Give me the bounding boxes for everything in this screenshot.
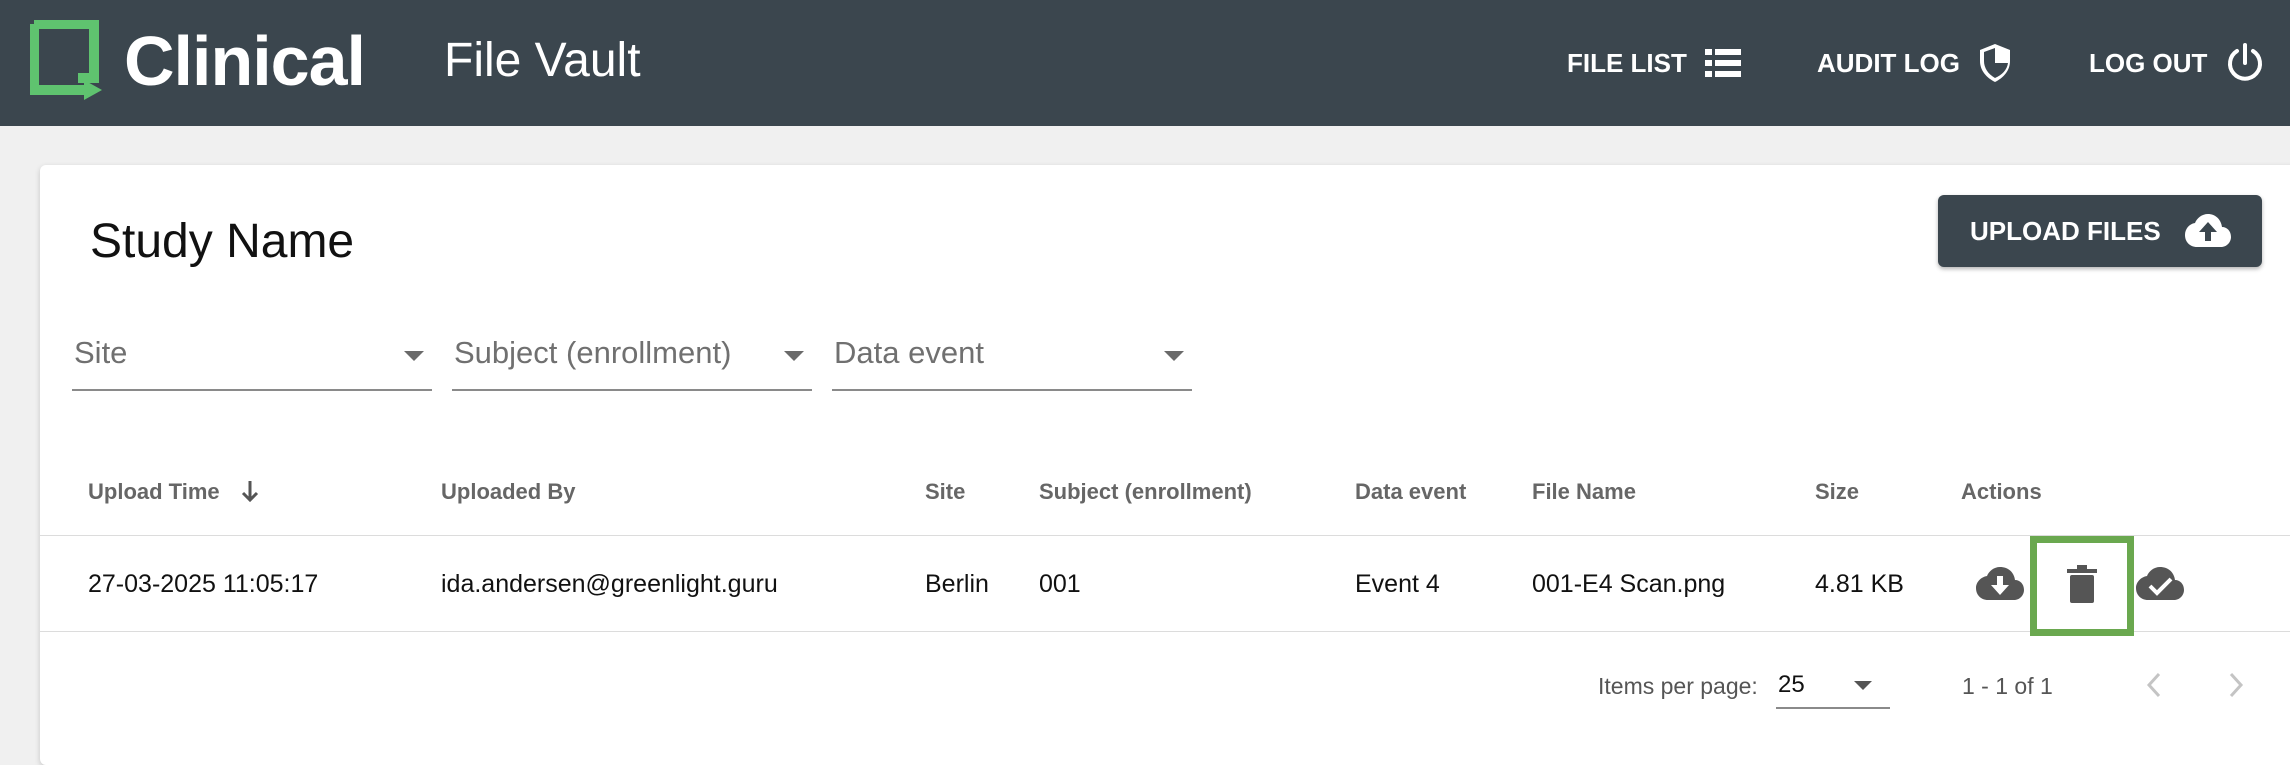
nav-audit-log[interactable]: AUDIT LOG <box>1817 40 2012 86</box>
items-per-page-label: Items per page: <box>1598 673 1758 699</box>
items-per-page-select[interactable]: 25 <box>1776 663 1890 709</box>
clinical-logo: Clinical <box>30 20 366 102</box>
data-event-filter-label: Data event <box>834 335 984 370</box>
column-header-upload-time-label: Upload Time <box>88 479 220 504</box>
nav-file-list-label: FILE LIST <box>1567 47 1687 78</box>
table-row: 27-03-2025 11:05:17 ida.andersen@greenli… <box>40 536 2290 636</box>
cell-uploaded-by: ida.andersen@greenlight.guru <box>441 570 778 598</box>
power-icon <box>2228 43 2263 81</box>
brand-name: Clinical <box>124 22 366 100</box>
column-header-site[interactable]: Site <box>925 448 965 536</box>
nav-audit-log-label: AUDIT LOG <box>1817 47 1960 78</box>
upload-files-label: UPLOAD FILES <box>1970 215 2161 246</box>
cell-data-event: Event 4 <box>1355 570 1440 598</box>
paginator: Items per page: 25 1 - 1 of 1 <box>40 633 2290 745</box>
study-title: Study Name <box>90 215 355 268</box>
items-per-page-value: 25 <box>1778 671 1805 698</box>
column-header-data-event[interactable]: Data event <box>1355 448 1466 536</box>
chevron-left-icon <box>2146 672 2161 698</box>
previous-page-button[interactable] <box>2130 661 2178 709</box>
chevron-down-icon <box>1164 351 1184 361</box>
study-card: Study Name UPLOAD FILES Site Subject (en… <box>40 165 2290 765</box>
cloud-download-icon <box>1976 567 2024 600</box>
top-app-bar: Clinical File Vault FILE LIST AUDIT LOG … <box>0 0 2290 126</box>
column-header-actions: Actions <box>1961 479 2042 504</box>
subject-filter-label: Subject (enrollment) <box>454 335 732 370</box>
column-header-upload-time[interactable]: Upload Time <box>88 448 260 536</box>
shield-icon <box>1980 44 2010 82</box>
delete-highlight-box <box>2030 536 2134 636</box>
nav-file-list[interactable]: FILE LIST <box>1567 40 1741 86</box>
chevron-right-icon <box>2229 672 2244 698</box>
cloud-done-icon <box>2136 567 2184 600</box>
download-file-button[interactable] <box>1972 556 2028 612</box>
list-icon <box>1704 49 1741 77</box>
arrow-down-icon <box>241 481 258 503</box>
column-header-uploaded-by[interactable]: Uploaded By <box>441 448 575 536</box>
table-header-row: Upload Time Uploaded By Site Subject (en… <box>40 448 2290 536</box>
mark-done-button[interactable] <box>2132 556 2188 612</box>
cell-subject: 001 <box>1039 570 1081 598</box>
site-filter-select[interactable]: Site <box>72 325 432 391</box>
cell-size: 4.81 KB <box>1815 570 1904 598</box>
cell-upload-time: 27-03-2025 11:05:17 <box>88 570 319 598</box>
nav-log-out-label: LOG OUT <box>2089 47 2208 78</box>
chevron-down-icon <box>1854 681 1872 690</box>
column-header-size[interactable]: Size <box>1815 448 1859 536</box>
next-page-button[interactable] <box>2212 661 2260 709</box>
chevron-down-icon <box>404 351 424 361</box>
chevron-down-icon <box>784 351 804 361</box>
clinical-logo-mark-icon <box>30 20 102 100</box>
cell-file-name: 001-E4 Scan.png <box>1532 570 1726 598</box>
app-title: File Vault <box>444 34 641 87</box>
column-header-subject[interactable]: Subject (enrollment) <box>1039 448 1252 536</box>
cloud-upload-icon <box>2185 214 2231 247</box>
cell-site: Berlin <box>925 570 989 598</box>
upload-files-button[interactable]: UPLOAD FILES <box>1938 195 2262 267</box>
nav-log-out[interactable]: LOG OUT <box>2089 40 2265 86</box>
site-filter-label: Site <box>74 335 128 370</box>
data-event-filter-select[interactable]: Data event <box>832 325 1192 391</box>
page-range-label: 1 - 1 of 1 <box>1962 673 2053 699</box>
subject-filter-select[interactable]: Subject (enrollment) <box>452 325 812 391</box>
column-header-file-name[interactable]: File Name <box>1532 448 1636 536</box>
